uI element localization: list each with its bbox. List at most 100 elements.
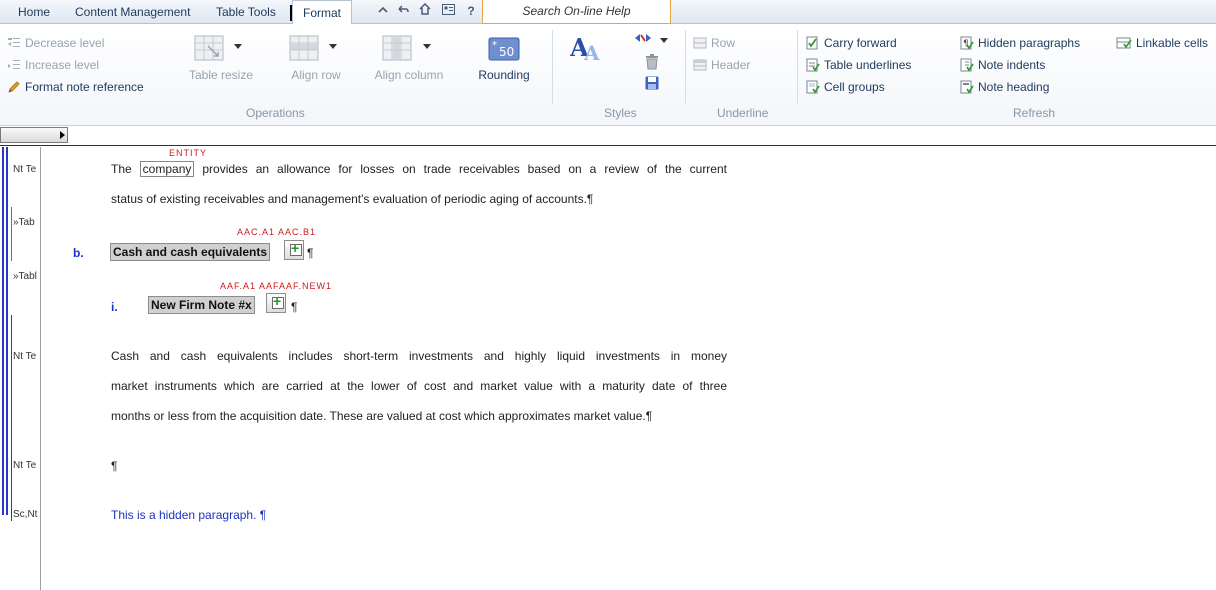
table-underlines-label: Table underlines (824, 58, 912, 72)
svg-text:50: 50 (499, 45, 514, 59)
gutter-style-label[interactable]: Nt Te (13, 351, 40, 362)
increase-level-label: Increase level (25, 58, 100, 72)
scroll-right-arrow-icon[interactable] (60, 131, 65, 139)
tab-table-tools[interactable]: Table Tools (216, 0, 276, 24)
gutter-style-label[interactable]: »Tabl (13, 271, 40, 282)
group-label-underline: Underline (717, 106, 769, 120)
align-column-icon (382, 35, 412, 61)
delete-style-icon[interactable] (645, 54, 659, 73)
styles-font-icon[interactable]: A A (569, 32, 604, 65)
linkable-cells-button[interactable]: Linkable cells (1116, 35, 1208, 51)
add-note-button[interactable]: + (284, 240, 304, 260)
paragraph-mark: ¶ (307, 246, 314, 260)
format-note-reference-label: Format note reference (25, 80, 144, 94)
note-indents-button[interactable]: Note indents (960, 57, 1045, 73)
gutter-level-bar (6, 147, 8, 515)
svg-text:*: * (492, 40, 497, 51)
paragraph-line[interactable]: status of existing receivables and manag… (111, 192, 727, 206)
note-heading-button[interactable]: Note heading (960, 79, 1049, 95)
group-label-operations: Operations (246, 106, 305, 120)
document-editor[interactable]: ENTITY The company provides an allowance… (41, 147, 1216, 590)
hidden-paragraphs-button[interactable]: ¶ Hidden paragraphs (960, 35, 1080, 51)
group-label-refresh: Refresh (1013, 106, 1056, 120)
decrease-level-label: Decrease level (25, 36, 105, 50)
linkable-cells-label: Linkable cells (1136, 36, 1209, 50)
table-resize-label: Table resize (188, 68, 254, 82)
increase-level-button[interactable]: Increase level (7, 57, 99, 73)
ribbon-tab-bar: Home Content Management Table Tools Form… (0, 0, 1216, 25)
heading-number: b. (73, 246, 84, 260)
style-gutter: Nt Te »Tab »Tabl Nt Te Nt Te Sc,Nt (0, 147, 41, 590)
ribbon-separator (685, 30, 686, 104)
undo-icon[interactable] (395, 3, 411, 19)
tab-home[interactable]: Home (18, 0, 50, 24)
paragraph-mark: ¶ (291, 300, 298, 314)
tab-content-management[interactable]: Content Management (75, 0, 190, 24)
paragraph-line[interactable]: The company provides an allowance for lo… (111, 161, 727, 177)
entity-field[interactable]: company (139, 161, 195, 177)
gutter-level-bar (2, 147, 4, 515)
entity-tag: ENTITY (169, 148, 208, 158)
heading-tag-refs: AAF.A1 AAFAAF.NEW1 (220, 281, 333, 291)
gutter-style-label[interactable]: »Tab (13, 217, 40, 228)
increase-level-icon (7, 58, 21, 72)
paragraph-line[interactable]: months or less from the acquisition date… (111, 409, 727, 423)
row-underline-label: Row (711, 36, 736, 50)
style-swap-dropdown-icon[interactable] (660, 38, 668, 43)
add-note-button[interactable]: + (266, 293, 286, 313)
paragraph-line[interactable]: Cash and cash equivalents includes short… (111, 349, 727, 363)
carry-forward-icon (806, 36, 820, 50)
decrease-level-icon (7, 36, 21, 50)
style-swap-icon[interactable] (634, 32, 652, 47)
save-style-icon[interactable] (645, 76, 659, 93)
hidden-paragraphs-label: Hidden paragraphs (978, 36, 1081, 50)
window-icon[interactable] (440, 3, 456, 19)
note-indents-label: Note indents (978, 58, 1046, 72)
cell-groups-button[interactable]: Cell groups (806, 79, 885, 95)
empty-paragraph[interactable]: ¶ (111, 459, 117, 473)
rounding-icon: * 50 (488, 37, 520, 61)
home-icon[interactable] (417, 2, 433, 19)
cell-groups-icon (806, 80, 820, 94)
table-underlines-icon (806, 58, 820, 72)
gutter-section-bar (11, 315, 12, 521)
row-underline-icon (693, 36, 707, 50)
note-heading[interactable]: New Firm Note #x (148, 296, 255, 314)
paragraph-text: provides an allowance for losses on trad… (202, 162, 727, 176)
gutter-style-label[interactable]: Nt Te (13, 460, 40, 471)
format-note-reference-button[interactable]: Format note reference (7, 79, 144, 95)
hidden-paragraphs-icon: ¶ (960, 36, 974, 50)
note-heading[interactable]: Cash and cash equivalents (110, 243, 271, 261)
header-underline-button[interactable]: Header (693, 57, 750, 73)
align-row-dropdown-icon[interactable] (329, 44, 337, 49)
tab-format[interactable]: Format (289, 0, 353, 25)
note-heading-label: Note heading (978, 80, 1050, 94)
heading-number: i. (111, 300, 118, 314)
plus-icon: + (291, 240, 300, 256)
carry-forward-button[interactable]: Carry forward (806, 35, 897, 51)
gutter-style-label[interactable]: Nt Te (13, 164, 40, 175)
row-underline-button[interactable]: Row (693, 35, 735, 51)
table-resize-icon (194, 35, 224, 61)
collapse-ribbon-icon[interactable] (375, 3, 391, 19)
table-underlines-button[interactable]: Table underlines (806, 57, 911, 73)
note-heading-icon (960, 80, 974, 94)
ribbon-separator (552, 30, 553, 104)
search-help-input[interactable]: Search On-line Help (482, 0, 671, 24)
align-column-dropdown-icon[interactable] (423, 44, 431, 49)
help-icon[interactable]: ? (463, 3, 479, 19)
paragraph-text: The (111, 162, 132, 176)
rounding-label: Rounding (478, 68, 530, 82)
decrease-level-button[interactable]: Decrease level (7, 35, 104, 51)
table-resize-dropdown-icon[interactable] (234, 44, 242, 49)
ribbon-separator (797, 30, 798, 104)
horizontal-scrollbar[interactable] (0, 127, 68, 143)
gutter-style-label[interactable]: Sc,Nt (13, 509, 40, 520)
align-row-icon (289, 35, 319, 61)
header-underline-label: Header (711, 58, 751, 72)
paragraph-line[interactable]: market instruments which are carried at … (111, 379, 727, 393)
note-indents-icon (960, 58, 974, 72)
hidden-paragraph[interactable]: This is a hidden paragraph. ¶ (111, 508, 266, 522)
linkable-cells-icon (1116, 36, 1132, 50)
heading-tag-refs: AAC.A1 AAC.B1 (237, 227, 317, 237)
